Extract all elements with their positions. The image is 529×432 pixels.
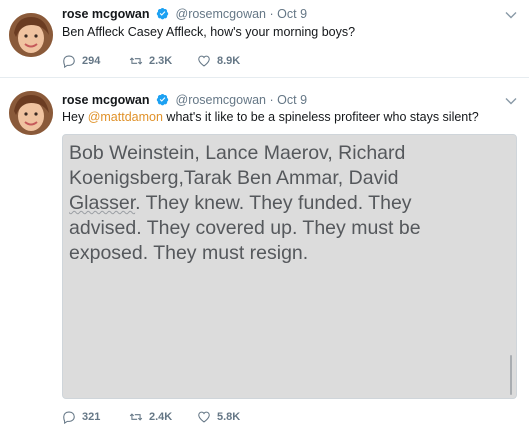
reply-button[interactable]: 294 (62, 54, 129, 68)
tweet[interactable]: rose mcgowan @rosemcgowan · Oct 9 Hey @m… (0, 79, 529, 432)
chevron-down-icon[interactable] (505, 97, 517, 105)
avatar[interactable] (9, 13, 53, 57)
reply-count: 321 (82, 411, 101, 423)
separator-dot: · (269, 7, 274, 21)
tweet-text-suffix: what's it like to be a spineless profite… (162, 110, 479, 124)
media-line: Bob Weinstein, Lance Maerov, Richard (69, 142, 406, 164)
like-button[interactable]: 8.9K (197, 54, 267, 68)
tweet-actions: 294 2.3K 8.9K (62, 53, 267, 69)
retweet-count: 2.3K (149, 55, 173, 67)
verified-badge-icon (156, 93, 169, 106)
heart-icon (198, 55, 210, 67)
mention-link[interactable]: @mattdamon (88, 110, 163, 124)
misspelled-word: Glasser (69, 192, 136, 214)
media-line: . They knew. They funded. They (135, 192, 412, 214)
media-line: advised. They covered up. They must be (69, 217, 421, 239)
scrollbar (510, 355, 512, 395)
retweet-icon (129, 413, 143, 421)
retweet-button[interactable]: 2.4K (129, 410, 197, 424)
tweet-header: rose mcgowan @rosemcgowan · Oct 9 (62, 92, 307, 108)
tweet-actions: 321 2.4K 5.8K (62, 409, 267, 425)
reply-count: 294 (82, 55, 101, 67)
heart-icon (198, 411, 210, 423)
like-count: 8.9K (217, 55, 241, 67)
media-line: Koenigsberg,Tarak Ben Ammar, David (69, 167, 399, 189)
reply-button[interactable]: 321 (62, 410, 129, 424)
media-text: Bob Weinstein, Lance Maerov, Richard Koe… (69, 141, 515, 266)
reply-icon (63, 411, 75, 424)
tweet-text: Ben Affleck Casey Affleck, how's your mo… (62, 25, 356, 39)
tweet-text-prefix: Hey (62, 110, 88, 124)
retweet-button[interactable]: 2.3K (129, 54, 197, 68)
tweet-media-image[interactable]: Bob Weinstein, Lance Maerov, Richard Koe… (62, 134, 517, 399)
display-name[interactable]: rose mcgowan (62, 7, 150, 21)
avatar[interactable] (9, 91, 53, 135)
tweet-date[interactable]: Oct 9 (277, 93, 307, 107)
retweet-icon (129, 57, 143, 65)
user-handle[interactable]: @rosemcgowan (176, 7, 267, 21)
retweet-count: 2.4K (149, 411, 173, 423)
separator-dot: · (269, 93, 274, 107)
tweet-date[interactable]: Oct 9 (277, 7, 307, 21)
display-name[interactable]: rose mcgowan (62, 93, 150, 107)
media-line: exposed. They must resign. (69, 242, 309, 264)
verified-badge-icon (156, 7, 169, 20)
like-count: 5.8K (217, 411, 241, 423)
tweet[interactable]: rose mcgowan @rosemcgowan · Oct 9 Ben Af… (0, 0, 529, 78)
chevron-down-icon[interactable] (505, 11, 517, 19)
tweet-header: rose mcgowan @rosemcgowan · Oct 9 (62, 6, 307, 22)
user-handle[interactable]: @rosemcgowan (176, 93, 267, 107)
tweet-text: Hey @mattdamon what's it like to be a sp… (62, 109, 479, 125)
like-button[interactable]: 5.8K (197, 410, 267, 424)
reply-icon (63, 55, 75, 68)
